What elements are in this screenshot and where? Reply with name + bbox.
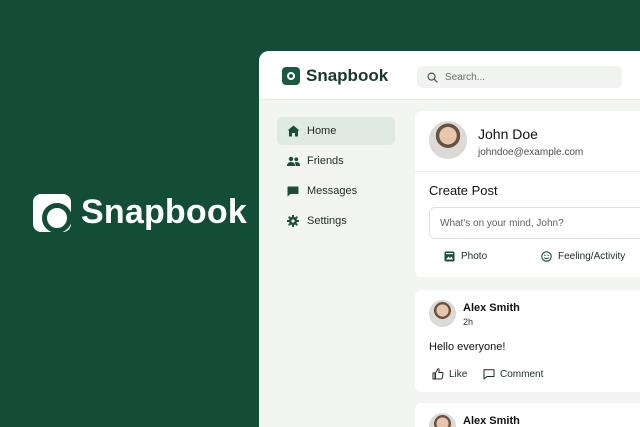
settings-icon xyxy=(286,214,300,228)
friends-icon xyxy=(286,154,300,168)
feeling-activity-button[interactable]: Feeling/Activity xyxy=(540,250,625,262)
profile-name[interactable]: John Doe xyxy=(478,126,538,142)
hero-brand-text: Snapbook xyxy=(81,193,247,231)
profile-card: John Doe johndoe@example.com Create Post… xyxy=(415,111,640,277)
post-author[interactable]: Alex Smith xyxy=(463,415,520,427)
home-icon xyxy=(286,124,300,138)
comment-label: Comment xyxy=(500,368,544,380)
search-icon xyxy=(427,72,438,83)
sidebar-item-label: Messages xyxy=(307,185,358,197)
post-time: 2h xyxy=(463,317,474,327)
sidebar-item-label: Friends xyxy=(307,155,344,167)
sidebar-item-label: Home xyxy=(307,125,337,137)
feeling-activity-label: Feeling/Activity xyxy=(558,250,626,262)
post-text: Hello everyone! xyxy=(429,341,506,353)
avatar[interactable] xyxy=(429,413,456,427)
snapbook-logo-icon xyxy=(33,193,72,233)
sidebar-item-messages[interactable]: Messages xyxy=(277,177,395,205)
top-bar: Snapbook xyxy=(259,51,640,100)
sidebar-item-settings[interactable]: Settings xyxy=(277,207,395,235)
comment-button[interactable]: Comment xyxy=(483,368,543,380)
header-brand-text: Snapbook xyxy=(306,66,389,85)
sidebar-item-friends[interactable]: Friends xyxy=(277,147,395,175)
smiley-icon xyxy=(540,250,552,262)
app-window: Snapbook Home Friends Me xyxy=(259,51,640,427)
search-input[interactable] xyxy=(445,71,615,83)
photo-label: Photo xyxy=(461,250,488,262)
post-input[interactable] xyxy=(440,217,640,229)
header-brand[interactable]: Snapbook xyxy=(282,66,388,86)
sidebar-item-home[interactable]: Home xyxy=(277,117,395,145)
sidebar-nav: Home Friends Messages Settings xyxy=(277,117,395,237)
avatar[interactable] xyxy=(429,300,456,327)
feed-post: Alex Smith xyxy=(415,403,640,427)
photo-button[interactable]: Photo xyxy=(443,250,487,262)
like-button[interactable]: Like xyxy=(432,368,467,380)
avatar[interactable] xyxy=(429,121,467,159)
search-box[interactable] xyxy=(417,66,622,88)
post-composer[interactable] xyxy=(429,207,640,239)
feed-post: Alex Smith 2h Hello everyone! Like Comme… xyxy=(415,290,640,392)
messages-icon xyxy=(286,184,300,198)
post-author[interactable]: Alex Smith xyxy=(463,302,520,314)
photo-icon xyxy=(443,250,455,262)
sidebar-item-label: Settings xyxy=(307,215,347,227)
profile-email: johndoe@example.com xyxy=(478,147,584,158)
snapbook-logo-icon xyxy=(282,67,300,85)
thumbs-up-icon xyxy=(432,368,444,380)
hero-brand: Snapbook xyxy=(33,193,247,233)
like-label: Like xyxy=(449,368,468,380)
comment-icon xyxy=(483,368,495,380)
create-post-title: Create Post xyxy=(429,183,498,198)
divider xyxy=(415,171,640,172)
